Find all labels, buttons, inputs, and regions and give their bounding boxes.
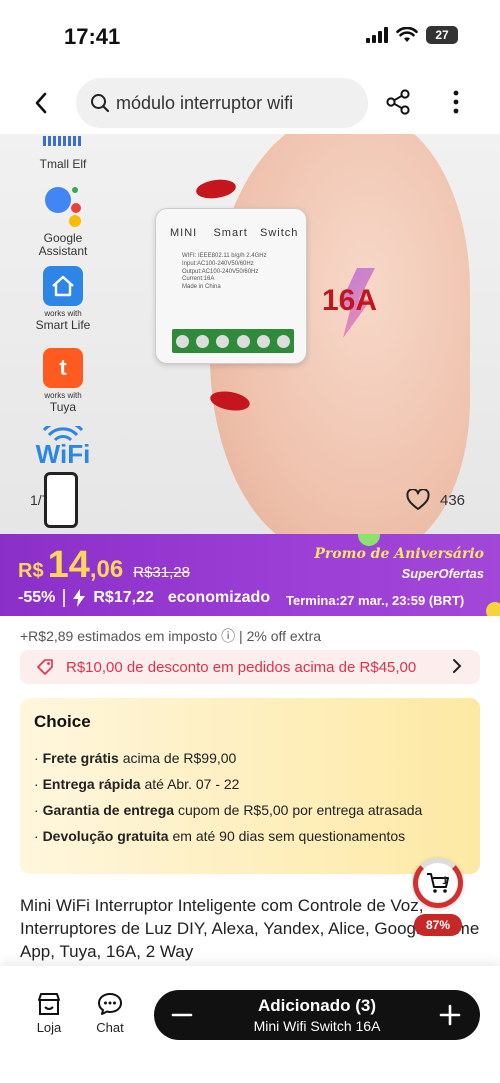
chat-label: Chat	[96, 1020, 124, 1035]
search-icon	[91, 94, 110, 113]
feature-label: Google Assistant	[38, 231, 88, 259]
saved-label: economizado	[167, 589, 271, 606]
lightning-icon	[73, 589, 86, 607]
divider	[63, 589, 66, 607]
feature-wifi: WiFi	[28, 426, 98, 469]
choice-item-bold: Devolução gratuita	[42, 828, 169, 844]
cart-quantity-control: Adicionado (3) Mini Wifi Switch 16A	[154, 990, 480, 1040]
status-time: 17:41	[64, 24, 121, 49]
device-brand: Switch	[259, 227, 299, 239]
share-button[interactable]	[384, 88, 414, 118]
promo-event-subtitle: SuperOfertas	[401, 566, 484, 581]
feature-google-assistant: Google Assistant	[28, 182, 98, 258]
promo-event-title: Promo de Aniversário	[314, 546, 484, 562]
wishlist-button[interactable]: 436	[406, 484, 465, 516]
choice-item-text: até Abr. 07 - 22	[140, 776, 240, 792]
google-assistant-icon	[45, 187, 81, 227]
confetti-decoration	[486, 602, 500, 616]
choice-item-bold: Garantia de entrega	[42, 802, 175, 818]
phone-thumbnail-icon	[44, 472, 78, 528]
confetti-decoration	[358, 534, 380, 546]
amperage-badge: 16A	[322, 284, 378, 317]
bottom-action-bar: Loja Chat Adicionado (3) Mini Wifi Switc…	[0, 966, 500, 1083]
price: R$ 14 ,06 R$31,28	[18, 544, 190, 587]
device-specs: WIFI: IEEE802.11 b/g/h 2.4GHz Input:AC10…	[182, 253, 267, 291]
choice-item-text: acima de R$99,00	[118, 750, 237, 766]
saved-value: R$17,22	[93, 589, 154, 606]
smart-life-app-icon	[43, 266, 83, 306]
choice-item-bold: Frete grátis	[42, 750, 119, 766]
choice-benefits[interactable]: Choice · Frete grátis acima de R$99,00 ·…	[20, 698, 480, 874]
like-count: 436	[440, 491, 466, 509]
choice-item: · Frete grátis acima de R$99,00	[34, 750, 237, 766]
search-header: módulo interruptor wifi	[0, 72, 500, 134]
choice-title: Choice	[34, 712, 91, 731]
floating-cart-button[interactable]: 1	[413, 858, 463, 908]
cart-count: 1	[442, 875, 449, 887]
product-image-carousel[interactable]: Tmall Elf Google Assistant works with Sm…	[0, 134, 500, 534]
more-options-button[interactable]	[442, 88, 472, 118]
search-query: módulo interruptor wifi	[116, 92, 294, 113]
choice-item-text: cupom de R$5,00 por entrega atrasada	[174, 802, 423, 818]
feature-tmall: Tmall Elf	[28, 136, 98, 171]
chevron-left-icon	[35, 92, 47, 114]
choice-item: · Devolução gratuita em até 90 dias sem …	[34, 828, 406, 844]
store-button[interactable]: Loja	[25, 992, 73, 1035]
store-label: Loja	[36, 1020, 62, 1035]
price-integer: 14	[47, 544, 90, 586]
original-price: R$31,28	[133, 564, 190, 581]
tax-estimate[interactable]: +R$2,89 estimados em imposto ⓘ | 2% off …	[20, 626, 321, 646]
choice-item: · Garantia de entrega cupom de R$5,00 po…	[34, 802, 423, 818]
feature-tuya: t works with Tuya	[28, 348, 98, 414]
feature-label: Smart Life	[35, 317, 91, 332]
chat-button[interactable]: Chat	[86, 992, 134, 1035]
price-currency: R$	[18, 560, 44, 582]
back-button[interactable]	[26, 88, 56, 118]
wifi-status-icon	[396, 27, 418, 42]
heart-icon	[406, 489, 430, 510]
device-brand: Smart	[213, 227, 248, 239]
cart-progress-badge: 87%	[414, 914, 462, 936]
coupon-banner[interactable]: R$10,00 de desconto em pedidos acima de …	[20, 650, 480, 684]
wifi-logo-text: WiFi	[35, 439, 91, 469]
promo-end-time: Termina:27 mar., 23:59 (BRT)	[286, 593, 465, 608]
choice-item-text: em até 90 dias sem questionamentos	[168, 828, 406, 844]
battery-icon: 27	[426, 26, 458, 44]
chat-icon	[98, 993, 122, 1015]
cellular-signal-icon	[366, 27, 388, 43]
feature-smart-life: works with Smart Life	[28, 266, 98, 332]
search-input[interactable]: módulo interruptor wifi	[76, 78, 368, 128]
tag-icon	[37, 659, 53, 675]
device-brand: MINI	[170, 227, 198, 239]
discount-percent: -55%	[18, 589, 56, 606]
fingernail	[194, 177, 238, 201]
choice-item-bold: Entrega rápida	[42, 776, 141, 792]
status-bar: 17:41 27	[0, 0, 500, 72]
price-decimal: ,06	[89, 556, 124, 583]
share-icon	[386, 89, 410, 115]
discount-row: -55% R$17,22 economizado	[18, 589, 270, 607]
device-terminals	[172, 329, 294, 353]
coupon-text: R$10,00 de desconto em pedidos acima de …	[66, 658, 417, 676]
feature-label: Tmall Elf	[39, 157, 87, 171]
selected-variant: Mini Wifi Switch 16A	[253, 1018, 381, 1034]
feature-label: Tuya	[49, 399, 77, 414]
product-device-illustration: MINI Smart Switch WIFI: IEEE802.11 b/g/h…	[155, 208, 307, 364]
choice-item: · Entrega rápida até Abr. 07 - 22	[34, 776, 240, 792]
tmall-logo-icon	[43, 136, 83, 146]
increase-quantity-button[interactable]	[438, 1003, 462, 1027]
device-label: MINI Smart Switch	[170, 227, 298, 239]
promo-banner: R$ 14 ,06 R$31,28 -55% R$17,22 economiza…	[0, 534, 500, 616]
chevron-right-icon	[453, 659, 462, 673]
status-icons: 27	[366, 26, 458, 44]
added-label: Adicionado (3)	[257, 996, 377, 1015]
more-vertical-icon	[453, 90, 459, 114]
tuya-app-icon: t	[43, 348, 83, 388]
store-icon	[38, 993, 60, 1015]
